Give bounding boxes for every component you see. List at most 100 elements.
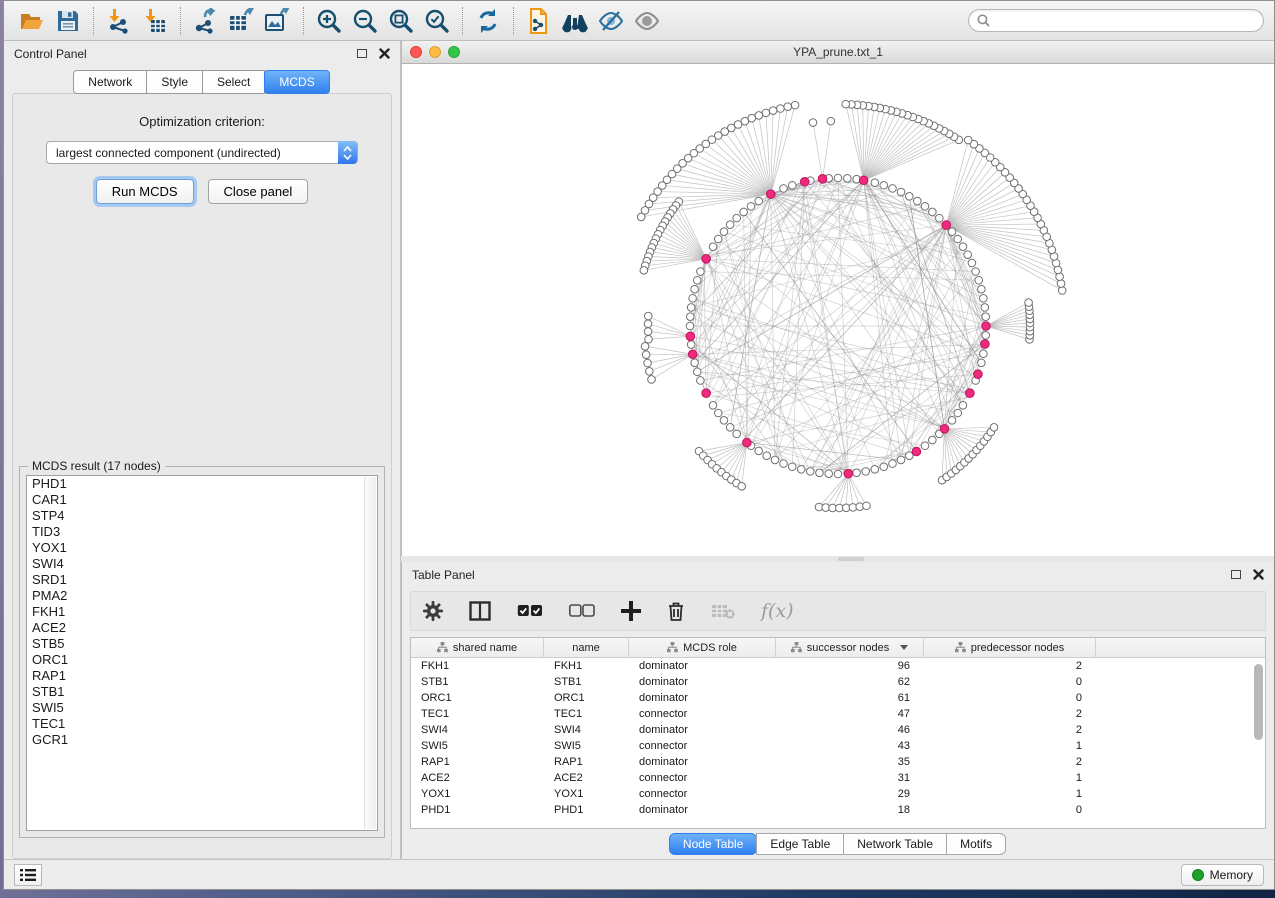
mcds-hub-node[interactable]	[940, 425, 949, 434]
network-node[interactable]	[788, 181, 796, 189]
mcds-result-item[interactable]: RAP1	[27, 668, 377, 684]
network-node[interactable]	[980, 350, 988, 358]
network-node[interactable]	[978, 359, 986, 367]
show-all-icon[interactable]	[629, 5, 665, 37]
task-history-button[interactable]	[14, 864, 42, 886]
network-node[interactable]	[954, 235, 962, 243]
network-node[interactable]	[871, 466, 879, 474]
network-node[interactable]	[975, 276, 983, 284]
tab-network[interactable]: Network	[73, 70, 147, 94]
mcds-hub-node[interactable]	[686, 332, 695, 341]
mcds-result-item[interactable]: ACE2	[27, 620, 377, 636]
table-row[interactable]: RAP1RAP1dominator352	[411, 754, 1265, 770]
network-node[interactable]	[709, 243, 717, 251]
delete-column-trash-icon[interactable]	[667, 601, 685, 622]
network-node[interactable]	[733, 214, 741, 222]
network-node[interactable]	[889, 460, 897, 468]
network-node[interactable]	[982, 331, 990, 339]
column-header-name[interactable]: name	[544, 638, 629, 657]
network-node[interactable]	[982, 313, 990, 321]
run-mcds-button[interactable]: Run MCDS	[96, 179, 194, 204]
export-table-icon[interactable]	[224, 5, 260, 37]
mcds-hub-node[interactable]	[981, 340, 990, 349]
mcds-hub-node[interactable]	[982, 322, 991, 331]
float-panel-icon[interactable]	[1231, 570, 1241, 579]
network-node[interactable]	[981, 304, 989, 312]
network-node[interactable]	[980, 294, 988, 302]
zoom-out-icon[interactable]	[347, 5, 383, 37]
network-node[interactable]	[714, 235, 722, 243]
close-panel-icon[interactable]	[1253, 569, 1264, 580]
network-node[interactable]	[747, 202, 755, 210]
mcds-list-scrollbar[interactable]	[364, 477, 376, 829]
horizontal-splitter[interactable]	[401, 556, 1274, 562]
network-node[interactable]	[834, 470, 842, 478]
network-node[interactable]	[686, 313, 694, 321]
mcds-result-item[interactable]: TID3	[27, 524, 377, 540]
network-node[interactable]	[644, 359, 652, 367]
network-node[interactable]	[691, 285, 699, 293]
network-node[interactable]	[921, 202, 929, 210]
network-node[interactable]	[720, 417, 728, 425]
network-node[interactable]	[936, 214, 944, 222]
network-node[interactable]	[978, 285, 986, 293]
mcds-hub-node[interactable]	[743, 438, 752, 447]
network-node[interactable]	[1057, 280, 1065, 288]
network-node[interactable]	[714, 409, 722, 417]
network-node[interactable]	[964, 136, 972, 144]
network-node[interactable]	[948, 417, 956, 425]
mcds-result-item[interactable]: ORC1	[27, 652, 377, 668]
mcds-hub-node[interactable]	[800, 177, 809, 186]
network-node[interactable]	[921, 442, 929, 450]
table-scrollbar[interactable]	[1252, 660, 1263, 826]
network-node[interactable]	[871, 179, 879, 187]
mcds-hub-node[interactable]	[702, 255, 711, 264]
export-image-icon[interactable]	[260, 5, 296, 37]
zoom-fit-icon[interactable]	[383, 5, 419, 37]
network-node[interactable]	[771, 456, 779, 464]
open-session-icon[interactable]	[14, 5, 50, 37]
new-network-from-selection-icon[interactable]	[521, 5, 557, 37]
network-node[interactable]	[755, 197, 763, 205]
mcds-hub-node[interactable]	[912, 447, 921, 456]
select-all-rows-icon[interactable]	[517, 604, 543, 618]
table-row[interactable]: TEC1TEC1connector472	[411, 706, 1265, 722]
network-node[interactable]	[697, 377, 705, 385]
close-panel-button[interactable]: Close panel	[208, 179, 309, 204]
import-table-icon[interactable]	[137, 5, 173, 37]
network-node[interactable]	[693, 276, 701, 284]
network-node[interactable]	[842, 100, 850, 108]
network-node[interactable]	[862, 468, 870, 476]
mcds-result-item[interactable]: TEC1	[27, 716, 377, 732]
mcds-result-list[interactable]: PHD1CAR1STP4TID3YOX1SWI4SRD1PMA2FKH1ACE2…	[26, 475, 378, 831]
network-node[interactable]	[726, 424, 734, 432]
network-node[interactable]	[853, 469, 861, 477]
mcds-hub-node[interactable]	[844, 469, 853, 478]
network-node[interactable]	[642, 351, 650, 359]
table-row[interactable]: ORC1ORC1dominator610	[411, 690, 1265, 706]
network-node[interactable]	[763, 452, 771, 460]
table-row[interactable]: FKH1FKH1dominator962	[411, 658, 1265, 674]
mcds-hub-node[interactable]	[818, 175, 827, 184]
network-node[interactable]	[689, 294, 697, 302]
network-canvas[interactable]	[402, 64, 1274, 556]
network-node[interactable]	[697, 268, 705, 276]
mcds-hub-node[interactable]	[966, 389, 975, 398]
deselect-all-rows-icon[interactable]	[569, 604, 595, 618]
network-node[interactable]	[834, 174, 842, 182]
network-node[interactable]	[755, 447, 763, 455]
search-input[interactable]	[995, 14, 1255, 28]
tab-node-table[interactable]: Node Table	[669, 833, 758, 855]
network-node[interactable]	[726, 221, 734, 229]
refresh-icon[interactable]	[470, 5, 506, 37]
mcds-result-item[interactable]: SWI5	[27, 700, 377, 716]
network-node[interactable]	[897, 188, 905, 196]
mcds-result-item[interactable]: CAR1	[27, 492, 377, 508]
network-node[interactable]	[646, 367, 654, 375]
network-node[interactable]	[914, 197, 922, 205]
table-row[interactable]: PHD1PHD1dominator180	[411, 802, 1265, 818]
network-node[interactable]	[929, 436, 937, 444]
network-node[interactable]	[755, 112, 763, 120]
column-header-successor-nodes[interactable]: successor nodes	[776, 638, 924, 657]
show-columns-icon[interactable]	[469, 601, 491, 621]
